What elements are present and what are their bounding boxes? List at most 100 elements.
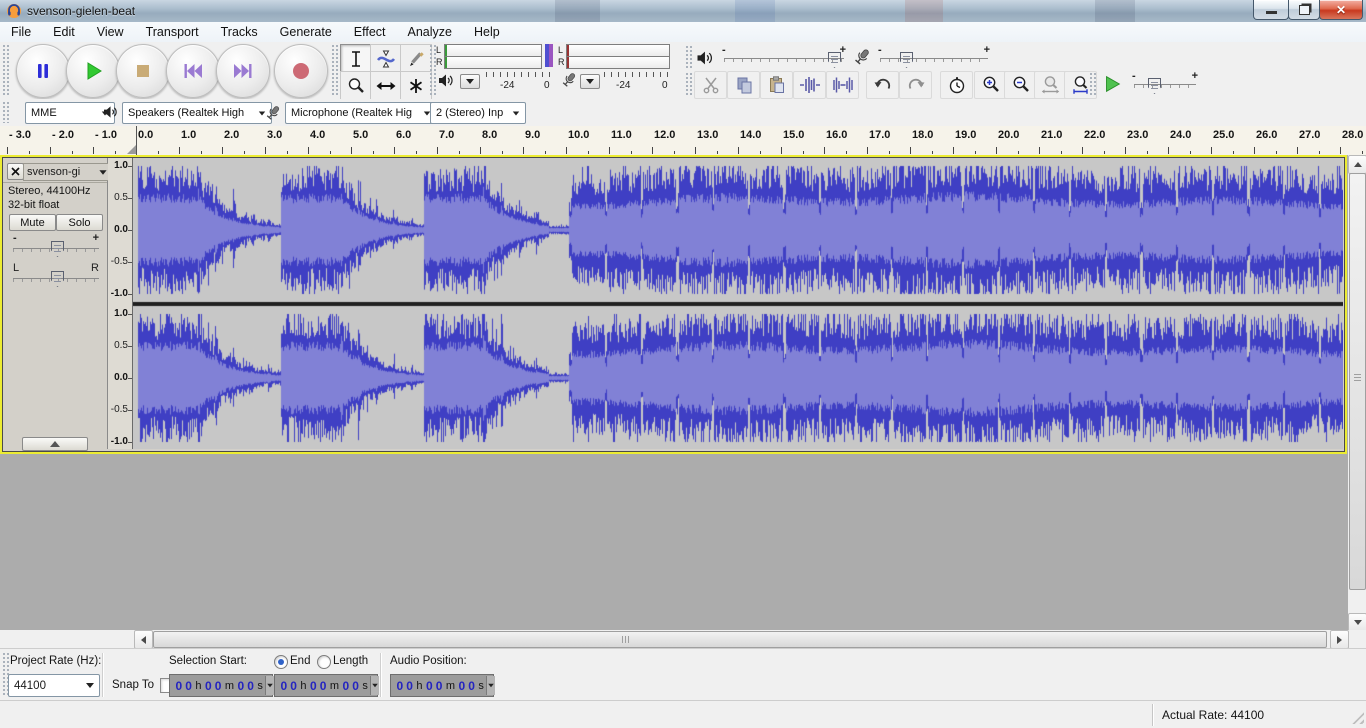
project-rate-label: Project Rate (Hz): (10, 655, 101, 667)
solo-button[interactable]: Solo (56, 214, 103, 231)
time-shift-tool-button[interactable] (370, 71, 402, 100)
scroll-left-button[interactable] (134, 630, 153, 649)
recording-meter-bar-right[interactable] (566, 56, 670, 69)
menu-item-effect[interactable]: Effect (343, 23, 397, 41)
device-toolbar-grip[interactable] (3, 102, 9, 123)
end-radio[interactable] (274, 655, 288, 669)
audio-host-select[interactable]: MME (25, 102, 115, 124)
audio-track: svenson-gi Stereo, 44100Hz 32-bit float … (0, 155, 1347, 454)
zoom-to-selection-button[interactable] (1034, 71, 1067, 99)
close-button[interactable]: ✕ (1319, 0, 1363, 20)
playhead-cursor-marker[interactable] (127, 145, 136, 154)
audio-position-field[interactable]: 00h00m00s (390, 674, 494, 697)
mixer-toolbar-grip[interactable] (686, 46, 692, 68)
multi-tool-button[interactable] (400, 71, 432, 100)
close-track-button[interactable] (7, 163, 24, 180)
zoom-tool-icon (346, 76, 366, 96)
vertical-scrollbar[interactable] (1348, 155, 1366, 630)
menu-item-generate[interactable]: Generate (269, 23, 343, 41)
playback-meter-bar-right[interactable] (444, 56, 542, 69)
minimize-button[interactable] (1253, 0, 1289, 20)
redo-button[interactable] (899, 71, 932, 99)
playback-device-select[interactable]: Speakers (Realtek High (122, 102, 272, 124)
stop-button[interactable] (116, 44, 170, 98)
playback-speed-slider[interactable]: - + (1132, 73, 1198, 95)
ruler-label: - 3.0 (9, 129, 31, 141)
draw-tool-button[interactable] (400, 44, 432, 73)
copy-icon (734, 75, 754, 95)
input-volume-thumb[interactable] (900, 52, 913, 68)
cut-button[interactable] (694, 71, 727, 99)
recording-channels-select[interactable]: 2 (Stereo) Inp (430, 102, 526, 124)
tools-toolbar-grip[interactable] (332, 45, 338, 96)
transport-toolbar-grip[interactable] (3, 45, 9, 96)
zoom-out-button[interactable] (1004, 71, 1037, 99)
recording-device-select[interactable]: Microphone (Realtek Hig (285, 102, 437, 124)
sync-lock-button[interactable] (940, 71, 973, 99)
mute-button[interactable]: Mute (9, 214, 56, 231)
selection-tool-button[interactable] (340, 44, 372, 73)
vertical-scale-ruler[interactable]: 1.00.50.0-0.5-1.01.00.50.0-0.5-1.0 (108, 158, 133, 449)
record-button[interactable] (274, 44, 328, 98)
length-radio[interactable] (317, 655, 331, 669)
zoom-tool-button[interactable] (340, 71, 372, 100)
zoom-in-button[interactable] (974, 71, 1007, 99)
ruler-label: 2.0 (224, 129, 239, 141)
menu-item-file[interactable]: File (0, 23, 42, 41)
playback-meter-dropdown[interactable] (460, 74, 480, 89)
scroll-right-button[interactable] (1330, 630, 1349, 649)
transcription-toolbar-grip[interactable] (1090, 73, 1096, 95)
project-rate-select[interactable]: 44100 (8, 674, 100, 697)
pan-slider[interactable]: L R (11, 262, 101, 288)
pan-slider-thumb[interactable] (51, 271, 64, 287)
time-digit: 0 (457, 679, 467, 693)
vertical-scale-tick (128, 166, 132, 167)
menu-item-edit[interactable]: Edit (42, 23, 86, 41)
gain-slider[interactable]: - + (11, 232, 101, 258)
skip-to-start-button[interactable] (166, 44, 220, 98)
minimize-icon (1266, 11, 1277, 14)
input-volume-slider[interactable]: - + (878, 46, 990, 68)
gain-slider-thumb[interactable] (51, 241, 64, 257)
output-volume-thumb[interactable] (828, 52, 841, 68)
trim-outside-selection-button[interactable] (793, 71, 826, 99)
pause-button[interactable] (16, 44, 70, 98)
menu-item-tracks[interactable]: Tracks (210, 23, 269, 41)
play-button[interactable] (66, 44, 120, 98)
silence-selection-button[interactable] (826, 71, 859, 99)
selection-start-field[interactable]: 00h00m00s (169, 674, 273, 697)
restore-button[interactable] (1288, 0, 1320, 20)
timeline-ruler[interactable]: - 3.0- 2.0- 1.00.01.02.03.04.05.06.07.08… (0, 126, 1366, 156)
time-format-dropdown[interactable] (370, 676, 379, 695)
selection-end-field[interactable]: 00h00m00s (274, 674, 378, 697)
time-format-dropdown[interactable] (265, 676, 274, 695)
menu-item-analyze[interactable]: Analyze (397, 23, 463, 41)
horizontal-scrollbar[interactable] (0, 630, 1366, 648)
playback-device-value: Speakers (Realtek High (128, 107, 244, 119)
selection-start-label: Selection Start: (169, 655, 247, 667)
envelope-tool-button[interactable] (370, 44, 402, 73)
copy-button[interactable] (727, 71, 760, 99)
ruler-label: 14.0 (740, 129, 761, 141)
undo-button[interactable] (866, 71, 899, 99)
collapse-track-button[interactable] (22, 437, 88, 451)
skip-to-end-button[interactable] (216, 44, 270, 98)
paste-button[interactable] (760, 71, 793, 99)
play-at-speed-button[interactable] (1098, 71, 1126, 97)
waveform-display[interactable] (133, 158, 1343, 449)
menu-item-view[interactable]: View (86, 23, 135, 41)
horizontal-scroll-thumb[interactable] (153, 631, 1327, 648)
time-format-dropdown[interactable] (486, 676, 495, 695)
menu-item-help[interactable]: Help (463, 23, 511, 41)
speed-slider-thumb[interactable] (1148, 78, 1161, 94)
edit-toolbar-grip[interactable] (686, 73, 692, 95)
time-shift-tool-icon (376, 76, 396, 96)
ruler-minor-tick (502, 151, 503, 154)
menu-item-transport[interactable]: Transport (135, 23, 210, 41)
track-title-menu[interactable]: svenson-gi (23, 163, 111, 181)
vertical-scroll-thumb[interactable] (1349, 173, 1366, 590)
output-volume-slider[interactable]: - + (722, 46, 846, 68)
ruler-label: 4.0 (310, 129, 325, 141)
recording-meter-dropdown[interactable] (580, 74, 600, 89)
scroll-up-button[interactable] (1348, 155, 1366, 174)
